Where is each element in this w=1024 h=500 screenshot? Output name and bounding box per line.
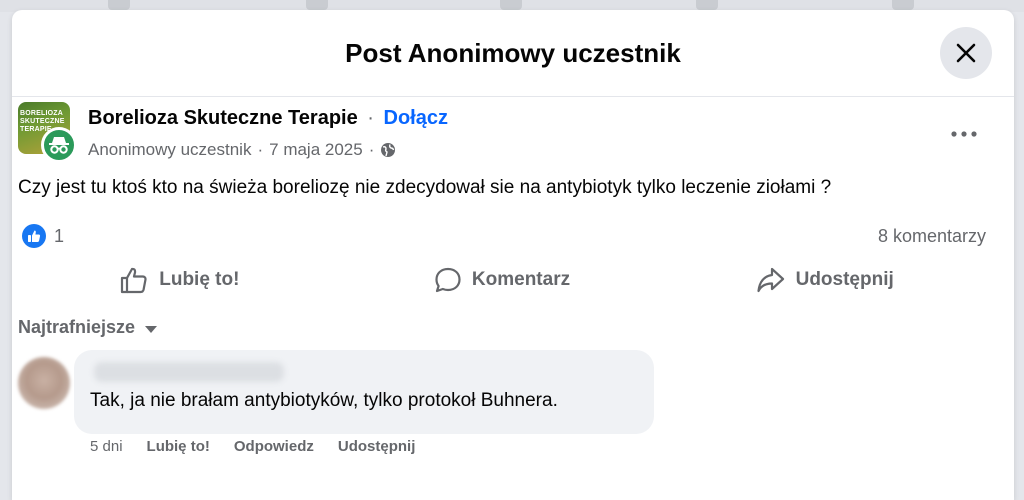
comment-text: Tak, ja nie brałam antybiotyków, tylko p… [90,390,558,411]
post-text: Czy jest tu ktoś kto na świeża boreliozę… [18,177,832,198]
globe-icon [381,143,396,157]
nav-friends-icon [306,0,328,10]
comment-sort-dropdown[interactable]: Najtrafniejsze [18,317,158,338]
post-header-line2: Anonimowy uczestnik · 7 maja 2025 · [88,140,396,160]
more-options-button[interactable] [944,122,984,146]
share-icon [756,267,784,293]
comment-button[interactable]: Komentarz [341,258,664,302]
share-button[interactable]: Udostępnij [663,258,986,302]
like-button-label: Lubię to! [159,269,240,290]
comment-icon [435,267,461,293]
close-button[interactable] [940,27,992,79]
post-date[interactable]: 7 maja 2025 [269,140,363,160]
nav-groups-icon [892,0,914,10]
comment-reply-button[interactable]: Odpowiedz [234,438,314,455]
like-count[interactable]: 1 [54,226,64,247]
comment-share-button[interactable]: Udostępnij [338,438,416,455]
comment-like-button[interactable]: Lubię to! [147,438,210,455]
comment-button-label: Komentarz [471,269,571,290]
comment-sort-label: Najtrafniejsze [18,317,136,337]
post-actions: Lubię to! Komentarz Udostępnij [18,258,986,302]
nav-marketplace-icon [696,0,718,10]
commenter-avatar[interactable] [18,357,70,409]
modal-title: Post Anonimowy uczestnik [345,38,681,68]
group-name-link[interactable]: Borelioza Skuteczne Terapie [88,107,358,129]
nav-home-icon [108,0,130,10]
like-reaction-icon[interactable] [22,224,46,248]
comment-count-link[interactable]: 8 komentarzy [878,226,986,247]
anonymous-badge [41,127,77,163]
like-icon [121,267,147,294]
meta-separator: · [257,140,264,159]
share-button-label: Udostępnij [795,269,894,290]
commenter-name-redacted[interactable] [94,362,284,382]
modal-header: Post Anonimowy uczestnik [12,10,1014,97]
more-icon [951,131,977,137]
close-icon [956,43,976,63]
comment-meta-actions: 5 dni Lubię to! Odpowiedz Udostępnij [90,438,415,455]
thumbs-up-icon [28,230,41,242]
post-header-line1: Borelioza Skuteczne Terapie · Dołącz [88,107,448,130]
post-header: BORELIOZA SKUTECZNE TERAPIE Borelioza Sk… [18,102,984,163]
caret-down-icon [145,325,158,333]
post-stats: 1 8 komentarzy [18,222,986,250]
anonymous-icon [49,137,69,154]
comment-time[interactable]: 5 dni [90,438,123,455]
nav-video-icon [500,0,522,10]
join-group-link[interactable]: Dołącz [384,107,448,129]
header-separator: · [367,107,374,129]
comment-bubble: Tak, ja nie brałam antybiotyków, tylko p… [74,350,654,434]
meta-separator: · [368,140,375,159]
post-author[interactable]: Anonimowy uczestnik [88,140,251,160]
like-button[interactable]: Lubię to! [18,258,341,302]
